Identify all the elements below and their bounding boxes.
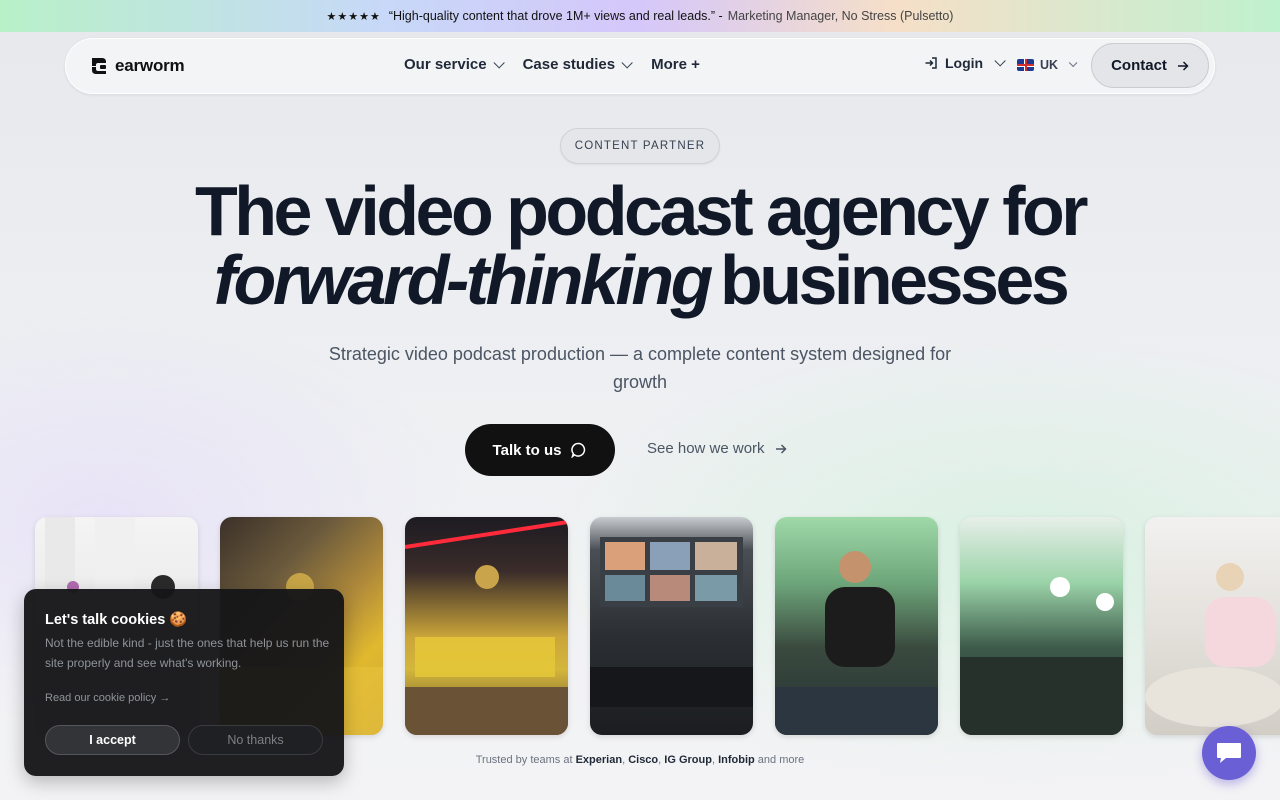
photo-placeholder [590,537,753,707]
cookie-decline-button[interactable]: No thanks [188,725,323,755]
hero-title-rest: businesses [719,241,1070,319]
chat-bubble-icon [571,442,586,458]
gallery-photo-control-room [590,517,753,735]
nav-item-more[interactable]: More + [651,56,700,73]
gallery-photo-neon-studio [405,517,568,735]
gallery-photo-guest-couch [1145,517,1280,735]
company-infobip: Infobip [718,754,755,766]
hero-title-line2: forward-thinking businesses [0,245,1280,315]
arrow-right-icon [775,443,787,454]
photo-placeholder [405,520,568,735]
gallery-photo-host-talking [775,517,938,735]
contact-label: Contact [1111,57,1167,74]
content-partner-badge: CONTENT PARTNER [560,128,720,164]
locale-label: UK [1040,58,1059,72]
banner-author: Marketing Manager, No Stress (Pulsetto) [727,9,954,23]
testimonial-banner: ★★★★★ “High-quality content that drove 1… [0,0,1280,32]
cookie-title: Let's talk cookies 🍪 [45,612,188,628]
brand-name: earworm [115,56,185,75]
company-ig-group: IG Group [664,754,712,766]
banner-quote: “High-quality content that drove 1M+ vie… [388,9,723,23]
photo-placeholder [775,551,938,735]
talk-to-us-button[interactable]: Talk to us [465,424,615,476]
uk-flag-icon [1017,59,1034,71]
rating-stars: ★★★★★ [326,10,381,23]
login-icon [925,57,937,69]
earworm-logo-icon [92,58,106,74]
see-how-we-work-label: See how we work [647,440,765,457]
hero-subtitle: Strategic video podcast production — a c… [328,344,952,392]
nav-item-label: Our service [404,56,487,73]
login-label: Login [945,55,984,71]
photo-placeholder [1145,563,1280,727]
main-navigation: earworm Our service Case studies More + … [65,38,1215,94]
nav-item-label: Case studies [522,56,616,73]
arrow-right-icon [1177,60,1189,71]
nav-menu: Our service Case studies More + [404,56,700,73]
hero-title-line1: The video podcast agency for [195,172,1089,250]
trusted-suffix: and more [757,754,805,766]
login-link[interactable]: Login [924,55,1006,71]
nav-item-case-studies[interactable]: Case studies [522,56,633,73]
cookie-accept-button[interactable]: I accept [45,725,180,755]
cookie-body: Not the edible kind - just the ones that… [45,636,330,670]
chevron-down-icon [621,56,633,69]
nav-item-label: More + [651,56,700,73]
contact-button[interactable]: Contact [1091,43,1209,88]
chat-icon [1217,743,1241,763]
photo-placeholder [960,577,1123,735]
chevron-down-icon [1068,58,1078,68]
trusted-prefix: Trusted by teams at [475,754,573,766]
cookie-consent-dialog: Let's talk cookies 🍪 Not the edible kind… [24,589,344,776]
brand-logo[interactable]: earworm [89,55,185,77]
locale-selector[interactable]: UK [1017,58,1078,72]
cookie-policy-link[interactable]: Read our cookie policy → [45,692,170,704]
gallery-photo-green-studio [960,517,1123,735]
see-how-we-work-link[interactable]: See how we work [647,440,787,457]
company-cisco: Cisco [628,754,659,766]
hero-title-emphasis: forward-thinking [213,241,714,319]
nav-item-our-service[interactable]: Our service [404,56,505,73]
talk-to-us-label: Talk to us [492,441,562,459]
chevron-down-icon [994,55,1006,67]
chat-launcher-button[interactable] [1202,726,1256,780]
chevron-down-icon [493,56,505,69]
company-experian: Experian [575,754,623,766]
